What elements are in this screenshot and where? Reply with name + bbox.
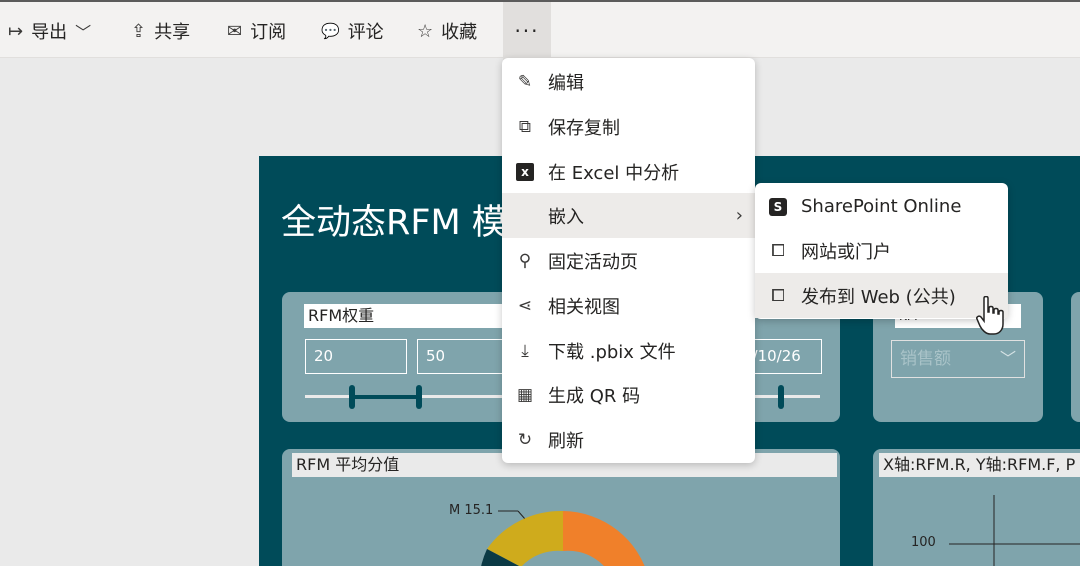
submenu-item-label: 网站或门户 <box>801 241 891 263</box>
comment-label: 评论 <box>347 22 384 43</box>
menu-item-label: 在 Excel 中分析 <box>548 162 680 184</box>
export-button[interactable]: ↦ 导出 ﹀ <box>8 16 99 46</box>
qr-icon: ▦ <box>516 384 534 405</box>
comment-button[interactable]: 💬 评论 <box>321 16 384 46</box>
website-icon: ⧠ <box>771 240 785 261</box>
menu-item-label: 嵌入 <box>548 206 584 228</box>
date-slider-track[interactable] <box>752 395 820 398</box>
save-copy-icon: ⧉ <box>518 116 532 137</box>
favorite-button[interactable]: ☆ 收藏 <box>417 16 477 46</box>
submenu-item-label: 发布到 Web (公共) <box>801 286 956 308</box>
date-slider-thumb[interactable] <box>778 385 784 409</box>
menu-item-label: 相关视图 <box>548 296 620 318</box>
export-label: 导出 <box>31 22 68 43</box>
annotation-leader-tick <box>517 510 526 520</box>
menu-item-download-pbix[interactable]: ⤓ 下载 .pbix 文件 <box>502 328 755 373</box>
pin-icon: ⚲ <box>518 250 532 271</box>
publish-web-icon: ⧠ <box>771 285 785 306</box>
metric-dropdown[interactable]: 销售额 ﹀ <box>891 340 1025 378</box>
metric-dropdown-value: 销售额 <box>900 349 951 369</box>
menu-item-edit[interactable]: ✎ 编辑 <box>502 59 755 104</box>
scatter-card: X轴:RFM.R, Y轴:RFM.F, P 100 <box>873 449 1080 566</box>
favorite-label: 收藏 <box>441 22 478 43</box>
donut-segment-orange <box>563 511 645 566</box>
menu-item-label: 下载 .pbix 文件 <box>548 341 676 363</box>
menu-item-related-view[interactable]: ⋖ 相关视图 <box>502 283 755 328</box>
submenu-item-label: SharePoint Online <box>801 196 962 217</box>
slider-thumb-right[interactable] <box>416 385 422 409</box>
sharepoint-icon: S <box>769 197 787 216</box>
rfm-weights-header: RFM权重 <box>304 304 524 328</box>
menu-item-refresh[interactable]: ↻ 刷新 <box>502 417 755 462</box>
more-options-button[interactable]: ··· <box>503 2 551 60</box>
menu-item-label: 固定活动页 <box>548 251 638 273</box>
weight-slider-range <box>352 395 420 399</box>
scatter-axes <box>949 495 1080 566</box>
menu-item-embed[interactable]: 嵌入 › <box>502 193 755 238</box>
action-toolbar: ↦ 导出 ﹀ ⇪ 共享 ✉ 订阅 💬 评论 ☆ 收藏 ··· <box>0 0 1080 60</box>
pencil-icon: ✎ <box>517 71 533 92</box>
menu-item-pin-page[interactable]: ⚲ 固定活动页 <box>502 238 755 283</box>
star-icon: ☆ <box>417 20 434 42</box>
more-options-menu: ✎ 编辑 ⧉ 保存复制 x 在 Excel 中分析 嵌入 › ⚲ 固定活动页 ⋖… <box>502 58 755 463</box>
weight-r-input[interactable]: 20 <box>305 339 407 374</box>
menu-item-save-copy[interactable]: ⧉ 保存复制 <box>502 104 755 149</box>
embed-submenu: S SharePoint Online ⧠ 网站或门户 ⧠ 发布到 Web (公… <box>755 183 1008 319</box>
slider-thumb-left[interactable] <box>349 385 355 409</box>
share-icon: ⇪ <box>131 20 147 42</box>
more-icon: ··· <box>514 19 540 43</box>
rfm-average-card: RFM 平均分值 M 15.1 <box>282 449 840 566</box>
refresh-icon: ↻ <box>517 429 533 450</box>
mail-icon: ✉ <box>227 20 243 42</box>
subscribe-button[interactable]: ✉ 订阅 <box>227 16 286 46</box>
menu-item-label: 生成 QR 码 <box>548 385 641 407</box>
partial-card <box>1071 292 1080 422</box>
comment-icon: 💬 <box>321 22 340 40</box>
submenu-item-website[interactable]: ⧠ 网站或门户 <box>755 228 1008 273</box>
share-button[interactable]: ⇪ 共享 <box>131 16 190 46</box>
export-icon: ↦ <box>8 20 24 42</box>
menu-item-analyze-excel[interactable]: x 在 Excel 中分析 <box>502 149 755 194</box>
weight-f-input[interactable]: 50 <box>417 339 507 374</box>
excel-icon: x <box>516 162 534 181</box>
chevron-down-icon: ﹀ <box>999 349 1016 368</box>
menu-item-label: 刷新 <box>548 430 584 452</box>
chevron-down-icon: ﹀ <box>75 23 92 42</box>
submenu-item-publish-web[interactable]: ⧠ 发布到 Web (公共) <box>755 273 1008 318</box>
donut-chart <box>481 510 645 566</box>
chevron-right-icon: › <box>735 205 743 226</box>
menu-item-label: 编辑 <box>548 72 584 94</box>
hand-cursor-icon <box>976 296 1004 335</box>
submenu-item-sharepoint[interactable]: S SharePoint Online <box>755 184 1008 229</box>
download-icon: ⤓ <box>521 340 529 361</box>
subscribe-label: 订阅 <box>250 22 287 43</box>
share-label: 共享 <box>154 22 191 43</box>
menu-item-qr-code[interactable]: ▦ 生成 QR 码 <box>502 372 755 417</box>
report-title: 全动态RFM 模 <box>281 203 507 243</box>
menu-item-label: 保存复制 <box>548 117 620 139</box>
related-icon: ⋖ <box>517 295 533 316</box>
